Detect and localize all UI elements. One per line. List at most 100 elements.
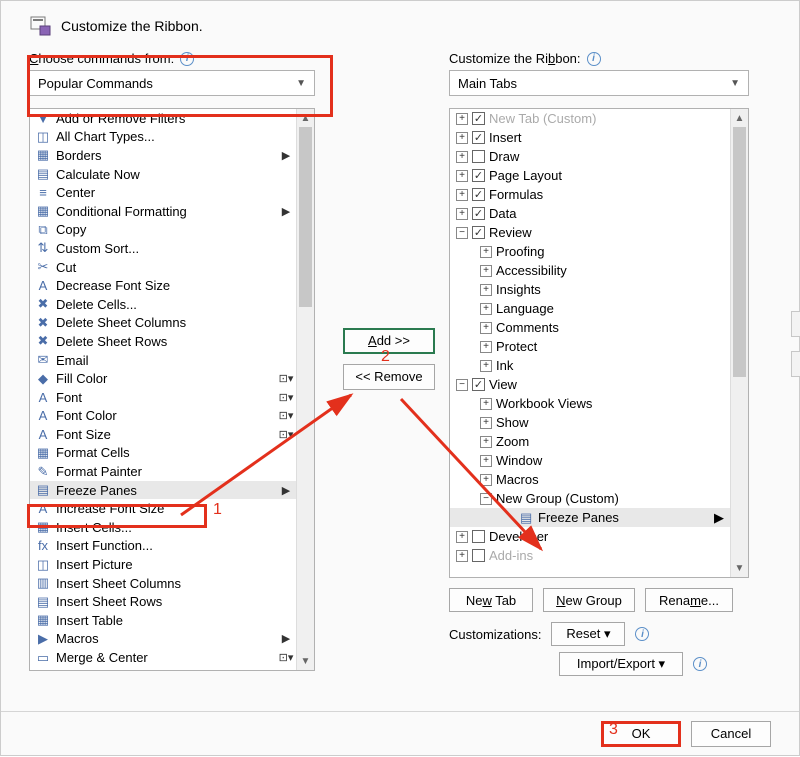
command-item[interactable]: AIncrease Font Size	[30, 499, 296, 518]
tree-node[interactable]: −New Group (Custom)	[450, 489, 730, 508]
scroll-down-icon[interactable]: ▼	[297, 652, 314, 670]
command-item[interactable]: ◆Fill Color⊡▾	[30, 369, 296, 388]
expand-icon[interactable]: +	[456, 151, 468, 163]
checkbox[interactable]	[472, 169, 485, 182]
checkbox[interactable]	[472, 188, 485, 201]
scrollbar[interactable]: ▲ ▼	[296, 109, 314, 670]
command-item[interactable]: ✂Cut	[30, 258, 296, 277]
choose-commands-combo[interactable]: Popular Commands ▼	[29, 70, 315, 96]
command-item[interactable]: ▦Insert Cells...	[30, 518, 296, 537]
info-icon[interactable]: i	[180, 52, 194, 66]
ribbon-tabs-combo[interactable]: Main Tabs ▼	[449, 70, 749, 96]
tree-node[interactable]: +Insights	[450, 280, 730, 299]
expand-icon[interactable]: −	[456, 227, 468, 239]
tree-node[interactable]: +Add-ins	[450, 546, 730, 565]
tree-node[interactable]: +Language	[450, 299, 730, 318]
command-item[interactable]: ✎Format Painter	[30, 462, 296, 481]
expand-icon[interactable]: +	[480, 341, 492, 353]
command-item[interactable]: ▦Borders▶	[30, 146, 296, 165]
command-item[interactable]: ▤Calculate Now	[30, 165, 296, 184]
command-item[interactable]: AFont⊡▾	[30, 388, 296, 407]
tree-node[interactable]: +New Tab (Custom)	[450, 109, 730, 128]
ribbon-tree[interactable]: +New Tab (Custom)+Insert+Draw+Page Layou…	[449, 108, 749, 578]
expand-icon[interactable]: −	[456, 379, 468, 391]
tree-node[interactable]: +Zoom	[450, 432, 730, 451]
expand-icon[interactable]: +	[480, 360, 492, 372]
new-tab-button[interactable]: New Tab	[449, 588, 533, 612]
tree-node[interactable]: +Page Layout	[450, 166, 730, 185]
info-icon[interactable]: i	[693, 657, 707, 671]
checkbox[interactable]	[472, 378, 485, 391]
tree-node[interactable]: +Data	[450, 204, 730, 223]
tree-node[interactable]: +Draw	[450, 147, 730, 166]
command-item[interactable]: AFont Color⊡▾	[30, 407, 296, 426]
tree-node[interactable]: −Review	[450, 223, 730, 242]
checkbox[interactable]	[472, 112, 485, 125]
tree-node[interactable]: +Window	[450, 451, 730, 470]
expand-icon[interactable]: +	[456, 132, 468, 144]
remove-button[interactable]: << Remove	[343, 364, 435, 390]
expand-icon[interactable]: +	[480, 417, 492, 429]
command-item[interactable]: ▥Insert Sheet Columns	[30, 574, 296, 593]
expand-icon[interactable]: +	[480, 455, 492, 467]
command-item[interactable]: ✖Delete Cells...	[30, 295, 296, 314]
info-icon[interactable]: i	[587, 52, 601, 66]
expand-icon[interactable]: +	[480, 398, 492, 410]
command-item[interactable]: ◫Insert Picture	[30, 555, 296, 574]
add-button[interactable]: Add >>	[343, 328, 435, 354]
scroll-down-icon[interactable]: ▼	[731, 559, 748, 577]
tree-node[interactable]: ▤Freeze Panes▶	[450, 508, 730, 527]
expand-icon[interactable]: +	[480, 436, 492, 448]
command-item[interactable]: ⇅Custom Sort...	[30, 239, 296, 258]
tree-node[interactable]: +Show	[450, 413, 730, 432]
expand-icon[interactable]: +	[480, 322, 492, 334]
expand-icon[interactable]: +	[456, 550, 468, 562]
tree-node[interactable]: +Proofing	[450, 242, 730, 261]
checkbox[interactable]	[472, 131, 485, 144]
expand-icon[interactable]: +	[480, 303, 492, 315]
expand-icon[interactable]: +	[480, 246, 492, 258]
command-item[interactable]: ▭Merge & Center⊡▾	[30, 648, 296, 667]
cancel-button[interactable]: Cancel	[691, 721, 771, 747]
rename-button[interactable]: Rename...	[645, 588, 733, 612]
command-item[interactable]: ▦Conditional Formatting▶	[30, 202, 296, 221]
command-item[interactable]: ▤Insert Sheet Rows	[30, 592, 296, 611]
checkbox[interactable]	[472, 226, 485, 239]
command-item[interactable]: ▶Macros▶	[30, 630, 296, 649]
expand-icon[interactable]: +	[456, 170, 468, 182]
tree-node[interactable]: +Protect	[450, 337, 730, 356]
command-item[interactable]: ✉Email	[30, 351, 296, 370]
expand-icon[interactable]: +	[456, 189, 468, 201]
tree-node[interactable]: +Ink	[450, 356, 730, 375]
expand-icon[interactable]: +	[456, 531, 468, 543]
tree-node[interactable]: +Developer	[450, 527, 730, 546]
scrollbar[interactable]: ▲ ▼	[730, 109, 748, 577]
tree-node[interactable]: +Workbook Views	[450, 394, 730, 413]
checkbox[interactable]	[472, 549, 485, 562]
expand-icon[interactable]: +	[456, 208, 468, 220]
new-group-button[interactable]: New Group	[543, 588, 635, 612]
command-item[interactable]: fxInsert Function...	[30, 537, 296, 556]
command-item[interactable]: ≡Center	[30, 183, 296, 202]
ok-button[interactable]: OK	[601, 721, 681, 747]
expand-icon[interactable]: +	[480, 474, 492, 486]
command-item[interactable]: ADecrease Font Size	[30, 276, 296, 295]
expand-icon[interactable]: +	[480, 284, 492, 296]
import-export-button[interactable]: Import/Export ▾	[559, 652, 683, 676]
command-item[interactable]: AFont Size⊡▾	[30, 425, 296, 444]
command-item[interactable]: ▦Insert Table	[30, 611, 296, 630]
command-item[interactable]: ⧉Copy	[30, 221, 296, 240]
expand-icon[interactable]: +	[456, 113, 468, 125]
tree-node[interactable]: +Comments	[450, 318, 730, 337]
expand-icon[interactable]: +	[480, 265, 492, 277]
expand-icon[interactable]: −	[480, 493, 492, 505]
commands-list[interactable]: ▼Add or Remove Filters◫All Chart Types..…	[29, 108, 315, 671]
tree-node[interactable]: +Macros	[450, 470, 730, 489]
command-item[interactable]: ▦Format Cells	[30, 444, 296, 463]
checkbox[interactable]	[472, 150, 485, 163]
command-item[interactable]: ▼Add or Remove Filters	[30, 109, 296, 128]
tree-node[interactable]: +Accessibility	[450, 261, 730, 280]
info-icon[interactable]: i	[635, 627, 649, 641]
tree-node[interactable]: +Formulas	[450, 185, 730, 204]
scroll-thumb[interactable]	[733, 127, 746, 377]
